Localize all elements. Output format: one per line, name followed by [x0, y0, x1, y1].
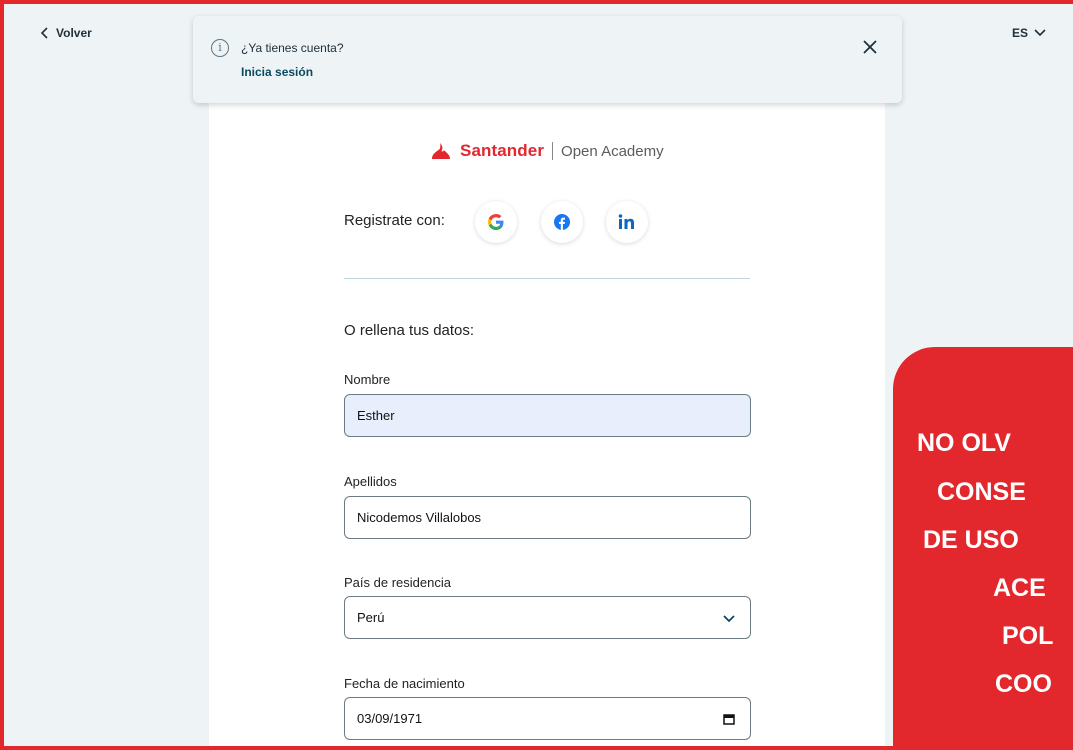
country-label: País de residencia — [344, 575, 451, 590]
logo-divider — [552, 142, 554, 160]
country-value: Perú — [357, 610, 385, 625]
promo-line: CONSE — [937, 478, 1026, 506]
promo-banner: NO OLV CONSE DE USO ACE POL COO — [893, 347, 1073, 750]
first-name-field[interactable]: Esther — [344, 394, 751, 437]
facebook-icon — [554, 214, 570, 230]
first-name-label: Nombre — [344, 372, 391, 387]
promo-line: COO — [995, 670, 1052, 698]
info-icon: i — [211, 39, 229, 57]
linkedin-signup-button[interactable] — [606, 201, 648, 243]
calendar-icon[interactable] — [722, 712, 736, 726]
promo-line: NO OLV — [917, 429, 1011, 457]
chevron-left-icon — [40, 27, 48, 39]
back-label: Volver — [56, 26, 92, 40]
back-link[interactable]: Volver — [40, 26, 92, 40]
language-selector[interactable]: ES — [1012, 26, 1046, 40]
brand-name: Santander — [460, 141, 545, 160]
google-signup-button[interactable] — [475, 201, 517, 243]
santander-logo: Santander Open Academy — [430, 141, 664, 161]
chevron-down-icon — [723, 615, 735, 623]
chevron-down-icon — [1034, 29, 1046, 37]
birth-date-value: 03/09/1971 — [357, 711, 423, 726]
login-notice: i ¿Ya tienes cuenta? Inicia sesión — [193, 16, 902, 103]
account-question: ¿Ya tienes cuenta? — [241, 41, 344, 55]
registration-card: Santander Open Academy Registrate con: O… — [209, 96, 885, 750]
last-name-label: Apellidos — [344, 474, 397, 489]
birth-date-label: Fecha de nacimiento — [344, 676, 465, 691]
promo-line: POL — [1002, 622, 1054, 650]
section-divider — [344, 278, 750, 279]
country-select[interactable]: Perú — [344, 596, 751, 639]
login-link[interactable]: Inicia sesión — [241, 65, 313, 79]
google-icon — [488, 214, 504, 230]
birth-date-field[interactable]: 03/09/1971 — [344, 697, 751, 740]
first-name-value: Esther — [357, 408, 395, 423]
flame-icon — [432, 143, 450, 159]
linkedin-icon — [618, 214, 634, 229]
language-label: ES — [1012, 26, 1029, 40]
close-icon[interactable] — [861, 38, 879, 56]
register-with-label: Registrate con: — [344, 212, 445, 229]
last-name-value: Nicodemos Villalobos — [357, 510, 482, 525]
facebook-signup-button[interactable] — [541, 201, 583, 243]
promo-line: ACE — [993, 574, 1046, 602]
last-name-field[interactable]: Nicodemos Villalobos — [344, 496, 751, 539]
product-name: Open Academy — [561, 142, 664, 160]
promo-line: DE USO — [923, 526, 1019, 554]
fill-data-heading: O rellena tus datos: — [344, 322, 475, 339]
